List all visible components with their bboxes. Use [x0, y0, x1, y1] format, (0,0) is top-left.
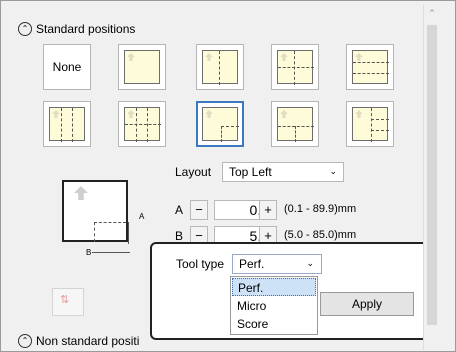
layout-label: Layout [175, 165, 212, 179]
param-a-range: (0.1 - 89.9)mm [284, 203, 357, 215]
tile-grid[interactable] [118, 101, 166, 147]
scroll-up-icon[interactable]: ⌃ [426, 8, 438, 20]
param-a-increment-button[interactable]: + [259, 200, 277, 220]
non-standard-positions-toggle[interactable]: ⌃ Non standard positi [18, 334, 139, 348]
vertical-scrollbar[interactable]: ⌃ [423, 5, 440, 350]
chevron-up-icon: ⌃ [18, 334, 32, 348]
tile-corner-bottom-right[interactable] [196, 101, 244, 147]
sheet-icon [202, 50, 238, 85]
layout-select-value: Top Left [229, 165, 272, 179]
tile-vertical-thirds[interactable] [43, 101, 91, 147]
tile-none[interactable]: None [43, 44, 91, 90]
param-b-range: (5.0 - 85.0)mm [284, 229, 357, 241]
tile-top-full[interactable] [118, 44, 166, 90]
sheet-icon [202, 107, 239, 142]
dropdown-option-score[interactable]: Score [232, 315, 316, 333]
sheet-icon [124, 50, 160, 84]
orientation-arrow-icon [74, 186, 88, 200]
tool-type-dropdown: Perf. Micro Score [230, 276, 318, 335]
sheet-icon [49, 107, 85, 142]
dimension-b-line [92, 252, 130, 253]
sheet-icon [277, 107, 314, 142]
param-a-decrement-button[interactable]: − [190, 200, 208, 220]
sheet-icon [277, 50, 314, 85]
chevron-down-icon: ⌄ [306, 258, 314, 268]
scroll-thumb[interactable] [427, 25, 437, 325]
sheet-icon [352, 50, 389, 84]
param-b-label: B [175, 229, 184, 243]
dimension-a-line [128, 222, 139, 244]
tool-type-value: Perf. [239, 257, 265, 271]
sheet-icon [124, 107, 161, 142]
chevron-down-icon: ⌄ [329, 166, 337, 176]
param-a-label: A [175, 203, 184, 217]
standard-positions-title: Standard positions [36, 22, 136, 36]
tile-bottom-split[interactable] [271, 101, 319, 147]
tile-none-label: None [52, 60, 82, 74]
dimension-b-label: B [86, 248, 92, 257]
position-diagram [62, 180, 128, 242]
tool-icon: ⇅ [60, 294, 70, 306]
tool-type-popup: Tool type Perf. ⌄ Perf. Micro Score Appl… [150, 242, 433, 340]
standard-positions-toggle[interactable]: ⌃ Standard positions [18, 22, 135, 36]
tool-type-label: Tool type [176, 257, 225, 271]
disabled-tool-button[interactable]: ⇅ [52, 288, 84, 316]
tile-horizontal-thirds[interactable] [346, 44, 394, 90]
dimension-a-label: A [139, 212, 145, 221]
tile-right-strips[interactable] [346, 101, 394, 147]
tile-vertical-half[interactable] [196, 44, 244, 90]
non-standard-title: Non standard positi [36, 334, 140, 348]
dropdown-option-perf[interactable]: Perf. [232, 278, 316, 296]
sheet-icon [352, 107, 389, 142]
apply-button[interactable]: Apply [320, 292, 414, 316]
tool-type-select[interactable]: Perf. ⌄ [232, 254, 322, 274]
tile-cross[interactable] [271, 44, 319, 90]
dropdown-option-micro[interactable]: Micro [232, 297, 316, 315]
layout-select[interactable]: Top Left ⌄ [222, 162, 344, 182]
chevron-up-icon: ⌃ [18, 22, 32, 36]
